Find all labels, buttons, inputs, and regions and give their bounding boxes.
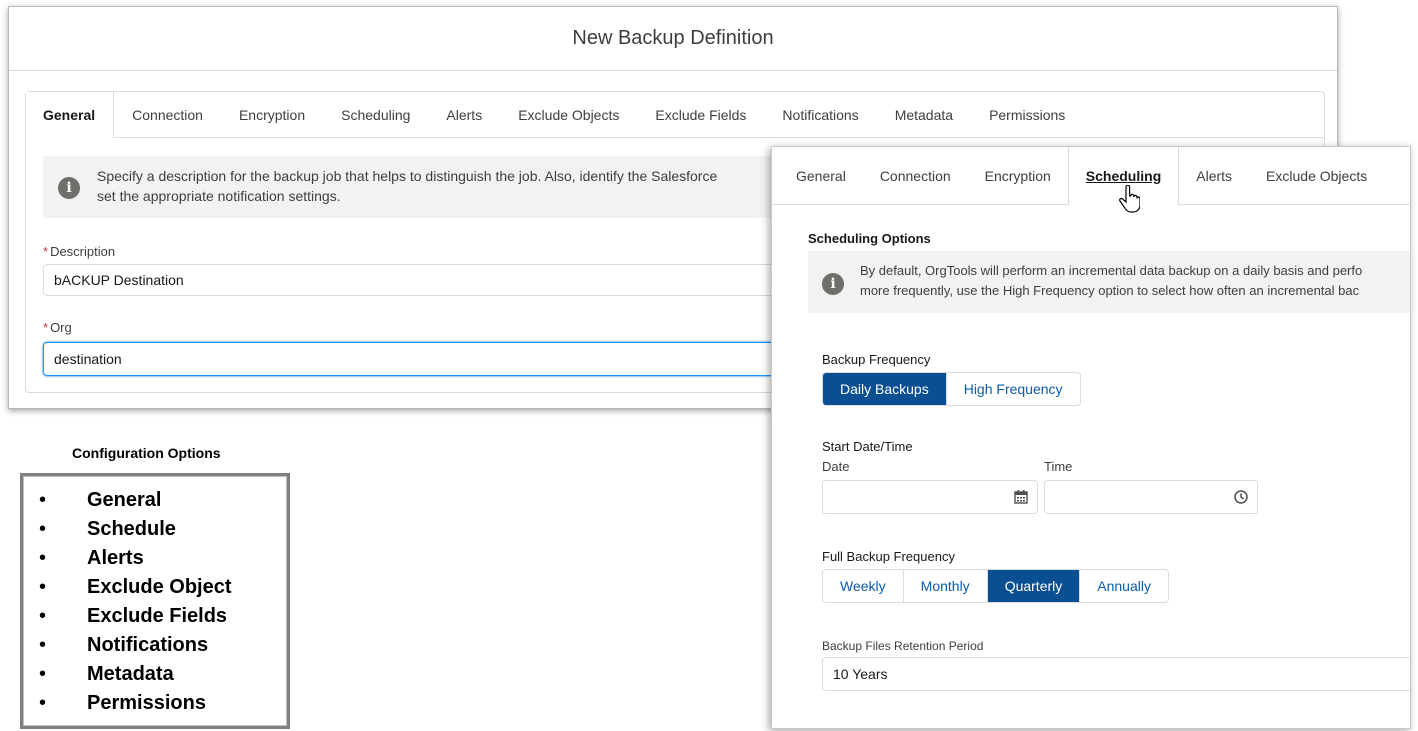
tab-metadata[interactable]: Metadata: [877, 92, 971, 137]
tab-encryption[interactable]: Encryption: [221, 92, 323, 137]
main-tab-bar: General Connection Encryption Scheduling…: [26, 92, 1324, 138]
time-input[interactable]: [1044, 480, 1258, 514]
retention-period-select[interactable]: 10 Years: [822, 657, 1410, 691]
required-asterisk: *: [43, 320, 49, 335]
weekly-button[interactable]: Weekly: [823, 570, 904, 602]
general-info-line1: Specify a description for the backup job…: [97, 168, 718, 184]
list-item: Schedule: [39, 515, 287, 544]
tab-notifications[interactable]: Notifications: [764, 92, 876, 137]
org-label: * Org: [43, 320, 72, 335]
modal-title: New Backup Definition: [572, 27, 774, 49]
scheduling-info-line1: By default, OrgTools will perform an inc…: [860, 263, 1363, 278]
tab-general[interactable]: General: [772, 147, 863, 204]
tab-scheduling[interactable]: Scheduling: [323, 92, 428, 137]
full-backup-frequency-toggle: Weekly Monthly Quarterly Annually: [822, 569, 1169, 603]
tab-permissions[interactable]: Permissions: [971, 92, 1083, 137]
list-item: Alerts: [39, 544, 287, 573]
time-label: Time: [1044, 459, 1073, 474]
description-label: * Description: [43, 244, 116, 259]
date-label: Date: [822, 459, 850, 474]
tab-exclude-objects[interactable]: Exclude Objects: [500, 92, 637, 137]
info-icon: i: [822, 273, 844, 295]
list-item: Exclude Object: [39, 573, 287, 602]
daily-backups-button[interactable]: Daily Backups: [823, 373, 947, 405]
tab-connection[interactable]: Connection: [863, 147, 968, 204]
backup-frequency-toggle: Daily Backups High Frequency: [822, 372, 1081, 406]
tab-alerts[interactable]: Alerts: [428, 92, 500, 137]
annually-button[interactable]: Annually: [1080, 570, 1168, 602]
list-item: Notifications: [39, 631, 287, 660]
high-frequency-button[interactable]: High Frequency: [946, 373, 1080, 405]
tab-alerts[interactable]: Alerts: [1179, 147, 1249, 204]
modal-header: New Backup Definition: [9, 7, 1337, 71]
info-icon: i: [58, 177, 80, 199]
list-item: Exclude Fields: [39, 602, 287, 631]
required-asterisk: *: [43, 244, 49, 259]
tab-general[interactable]: General: [26, 92, 115, 138]
general-info-line2: set the appropriate notification setting…: [97, 188, 341, 204]
clock-icon[interactable]: [1233, 489, 1249, 505]
config-options-box: General Schedule Alerts Exclude Object E…: [20, 473, 290, 729]
list-item: Metadata: [39, 660, 287, 689]
tab-encryption[interactable]: Encryption: [968, 147, 1068, 204]
config-options-title: Configuration Options: [72, 445, 221, 461]
retention-period-label: Backup Files Retention Period: [822, 639, 984, 653]
tab-connection[interactable]: Connection: [114, 92, 221, 137]
config-options-list: General Schedule Alerts Exclude Object E…: [39, 486, 287, 718]
tab-exclude-fields[interactable]: Exclude Fields: [637, 92, 764, 137]
full-backup-frequency-label: Full Backup Frequency: [822, 549, 955, 564]
scheduling-tab-bar: General Connection Encryption Scheduling…: [772, 147, 1410, 205]
list-item: Permissions: [39, 689, 287, 718]
list-item: General: [39, 486, 287, 515]
date-input[interactable]: [822, 480, 1038, 514]
scheduling-info-line2: more frequently, use the High Frequency …: [860, 283, 1360, 298]
calendar-icon[interactable]: [1013, 489, 1029, 505]
scheduling-panel: General Connection Encryption Scheduling…: [771, 146, 1411, 729]
backup-frequency-label: Backup Frequency: [822, 352, 931, 367]
scheduling-info-box: i By default, OrgTools will perform an i…: [808, 251, 1410, 313]
tab-exclude-objects[interactable]: Exclude Objects: [1249, 147, 1384, 204]
start-datetime-label: Start Date/Time: [822, 439, 913, 454]
monthly-button[interactable]: Monthly: [903, 570, 988, 602]
scheduling-options-title: Scheduling Options: [808, 231, 931, 246]
quarterly-button[interactable]: Quarterly: [987, 570, 1081, 602]
hand-cursor-icon: [1119, 185, 1140, 213]
